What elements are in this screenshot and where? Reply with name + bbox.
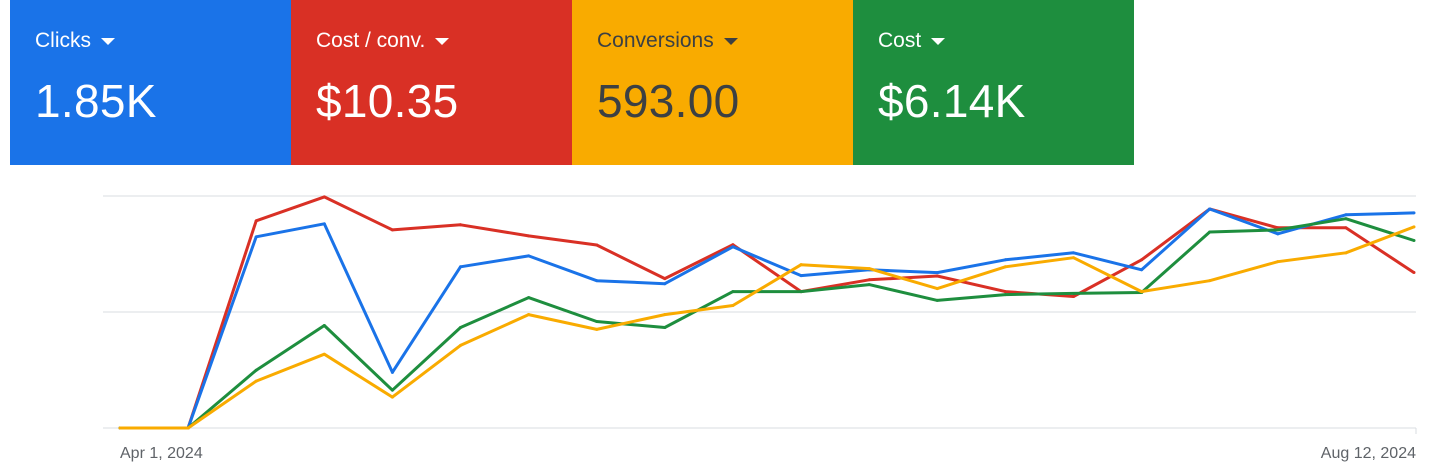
data-point: [731, 290, 735, 294]
data-point: [935, 298, 939, 302]
data-point: [867, 283, 871, 287]
metric-label: Cost: [878, 29, 922, 52]
data-point: [595, 243, 599, 247]
metric-card-conversions[interactable]: Conversions 593.00: [572, 0, 853, 165]
data-point: [254, 235, 258, 239]
data-point: [1344, 213, 1348, 217]
metric-label: Clicks: [35, 29, 91, 52]
data-point: [663, 277, 667, 281]
data-point: [527, 234, 531, 238]
data-point: [1276, 260, 1280, 264]
data-point: [595, 279, 599, 283]
data-point: [527, 313, 531, 317]
data-point: [1003, 265, 1007, 269]
data-point: [186, 426, 190, 430]
data-point: [1003, 258, 1007, 262]
data-point: [1344, 217, 1348, 221]
data-point: [867, 278, 871, 282]
data-point: [935, 271, 939, 275]
data-point: [663, 282, 667, 286]
data-point: [390, 388, 394, 392]
metric-value: 1.85K: [35, 75, 157, 127]
data-point: [322, 323, 326, 327]
data-point: [1276, 228, 1280, 232]
data-point: [1140, 258, 1144, 262]
data-point: [254, 379, 258, 383]
caret-down-icon[interactable]: [723, 37, 738, 45]
metric-selector-cost[interactable]: Cost: [878, 28, 1134, 54]
data-point: [595, 327, 599, 331]
data-point: [1208, 230, 1212, 234]
metric-selector-clicks[interactable]: Clicks: [35, 28, 291, 54]
data-point: [1344, 251, 1348, 255]
data-point: [1140, 290, 1144, 294]
series-line-1[interactable]: [120, 207, 1415, 430]
data-point: [1071, 256, 1075, 260]
data-point: [1071, 294, 1075, 298]
data-point: [867, 267, 871, 271]
data-point: [322, 352, 326, 356]
metric-card-clicks[interactable]: Clicks 1.85K: [10, 0, 291, 165]
data-point: [254, 219, 258, 223]
data-point: [1003, 290, 1007, 294]
data-point: [390, 370, 394, 374]
data-point: [935, 287, 939, 291]
metric-card-cost-per-conv[interactable]: Cost / conv. $10.35: [291, 0, 572, 165]
data-point: [731, 245, 735, 249]
data-point: [254, 368, 258, 372]
data-point: [595, 320, 599, 324]
data-point: [1071, 251, 1075, 255]
data-point: [1140, 268, 1144, 272]
data-point: [799, 263, 803, 267]
data-point: [390, 395, 394, 399]
performance-line-chart: Apr 1, 2024 Aug 12, 2024: [103, 195, 1417, 462]
data-point: [935, 274, 939, 278]
metric-label: Cost / conv.: [316, 29, 426, 52]
data-point: [1344, 226, 1348, 230]
data-point: [1003, 293, 1007, 297]
data-point: [1412, 271, 1416, 275]
metric-value: $6.14K: [878, 75, 1026, 127]
metric-value: 593.00: [597, 75, 740, 127]
data-point: [118, 426, 122, 430]
caret-down-icon[interactable]: [435, 37, 450, 45]
data-point: [1208, 279, 1212, 283]
data-point: [799, 290, 803, 294]
series-line-2[interactable]: [120, 217, 1415, 430]
data-point: [1208, 207, 1212, 211]
data-point: [322, 222, 326, 226]
data-point: [1412, 211, 1416, 215]
data-point: [731, 304, 735, 308]
data-point: [459, 326, 463, 330]
caret-down-icon[interactable]: [931, 37, 946, 45]
data-point: [322, 195, 326, 199]
x-tick-label: Apr 1, 2024: [120, 445, 203, 462]
data-point: [1412, 239, 1416, 243]
metric-card-cost[interactable]: Cost $6.14K: [853, 0, 1134, 165]
data-point: [459, 265, 463, 269]
data-point: [799, 274, 803, 278]
data-point: [1412, 225, 1416, 229]
metric-cards: Clicks 1.85K Cost / conv. $10.35 Convers…: [10, 0, 1134, 165]
data-point: [390, 228, 394, 232]
data-point: [459, 223, 463, 227]
data-point: [663, 326, 667, 330]
metric-selector-cost-per-conv[interactable]: Cost / conv.: [316, 28, 572, 54]
metric-selector-conversions[interactable]: Conversions: [597, 28, 853, 54]
metric-value: $10.35: [316, 75, 459, 127]
data-point: [1276, 232, 1280, 236]
data-point: [1071, 291, 1075, 295]
x-tick-label: Aug 12, 2024: [1321, 445, 1416, 462]
series-line-3[interactable]: [120, 225, 1415, 430]
caret-down-icon[interactable]: [101, 37, 115, 45]
data-point: [527, 254, 531, 258]
data-point: [663, 313, 667, 317]
data-point: [459, 343, 463, 347]
metric-label: Conversions: [597, 29, 714, 52]
data-point: [527, 296, 531, 300]
